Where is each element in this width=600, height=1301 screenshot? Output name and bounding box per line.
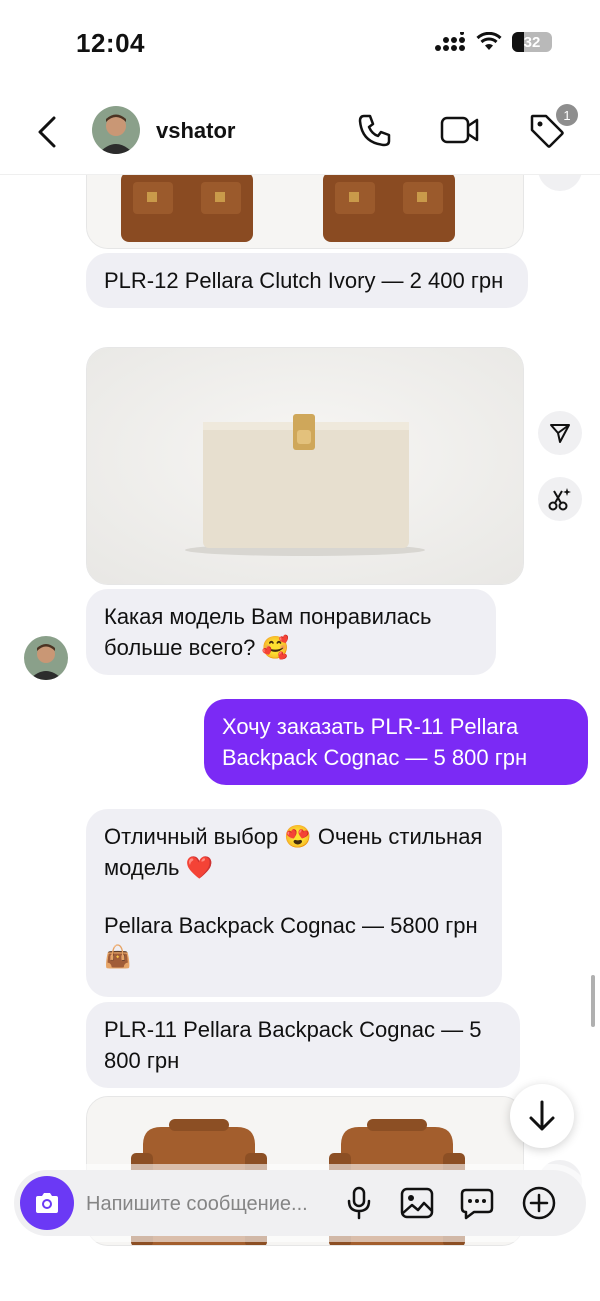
magic-cut-button[interactable] (538, 477, 582, 521)
phone-icon[interactable] (356, 112, 392, 148)
scroll-to-bottom-button[interactable] (510, 1084, 574, 1148)
mic-icon[interactable] (344, 1186, 374, 1220)
message-incoming[interactable]: Отличный выбор 😍 Очень стильная модель ❤… (86, 809, 502, 997)
camera-button[interactable] (20, 1176, 74, 1230)
battery-indicator: 32 (512, 32, 552, 52)
message-feed[interactable]: PLR-12 Pellara Clutch Ivory — 2 400 грн (0, 175, 600, 1301)
chat-header: vshator 1 (0, 92, 600, 175)
sender-avatar[interactable] (24, 636, 68, 680)
chat-username[interactable]: vshator (156, 118, 235, 144)
message-outgoing[interactable]: Хочу заказать PLR-11 Pellara Backpack Co… (204, 699, 588, 785)
avatar[interactable] (92, 106, 140, 154)
product-image-backpack-top[interactable] (86, 175, 524, 249)
arrow-down-icon (529, 1100, 555, 1131)
tag-button[interactable]: 1 (528, 104, 578, 148)
send-icon (550, 424, 570, 443)
product-image-clutch[interactable] (86, 347, 524, 585)
message-incoming[interactable]: Какая модель Вам понравилась больше всег… (86, 589, 496, 675)
message-input[interactable] (84, 1186, 338, 1222)
status-time: 12:04 (76, 28, 145, 58)
sticker-icon[interactable] (460, 1186, 494, 1220)
wifi-icon (476, 32, 502, 50)
backpack-left (121, 175, 253, 242)
status-bar: 12:04 32 (0, 0, 600, 90)
message-incoming[interactable]: PLR-12 Pellara Clutch Ivory — 2 400 грн (86, 253, 528, 308)
message-incoming[interactable]: PLR-11 Pellara Backpack Cognac — 5 800 г… (86, 1002, 520, 1088)
back-icon[interactable] (34, 114, 62, 150)
signal-icon (435, 32, 465, 51)
notification-badge: 1 (556, 104, 578, 126)
add-icon[interactable] (522, 1186, 556, 1220)
gallery-icon[interactable] (400, 1186, 434, 1220)
scrollbar[interactable] (591, 975, 595, 1027)
message-composer (14, 1170, 586, 1236)
status-icons: 32 (434, 32, 552, 52)
message-text-line: Pellara Backpack Cognac — 5800 грн 👜 (104, 913, 478, 969)
backpack-right (323, 175, 455, 242)
video-icon[interactable] (440, 112, 480, 148)
camera-icon (36, 1193, 58, 1213)
share-button[interactable] (538, 411, 582, 455)
message-text-line: Отличный выбор 😍 Очень стильная модель ❤… (104, 824, 483, 880)
magic-cut-icon (548, 488, 571, 511)
share-button-top[interactable] (538, 175, 582, 191)
